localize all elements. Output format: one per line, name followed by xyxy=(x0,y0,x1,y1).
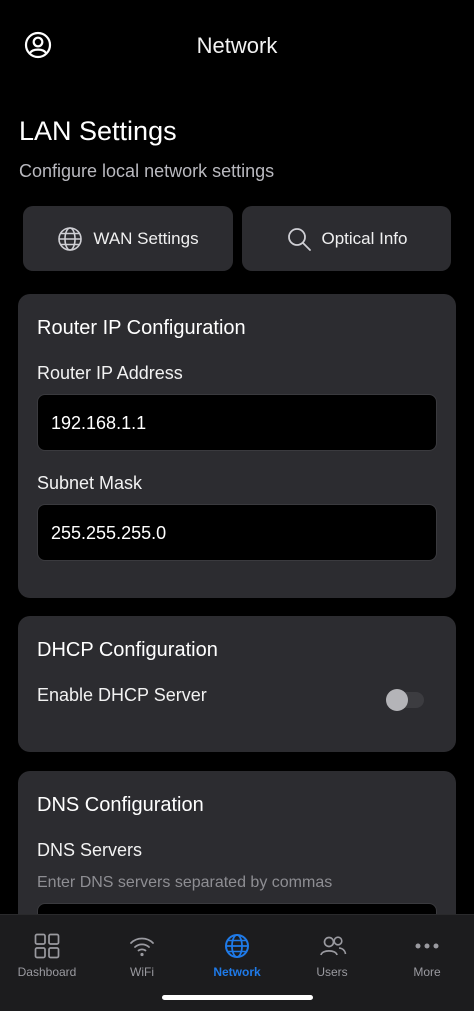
more-icon xyxy=(415,943,439,949)
dns-card-title: DNS Configuration xyxy=(37,794,204,816)
tab-wifi-label: WiFi xyxy=(130,965,154,979)
tab-users-label: Users xyxy=(316,965,348,979)
search-icon xyxy=(287,227,311,251)
tab-dashboard[interactable]: Dashboard xyxy=(0,915,94,985)
wifi-icon xyxy=(130,937,154,957)
tab-network-label: Network xyxy=(213,965,261,979)
grid-icon xyxy=(34,933,60,959)
subnet-mask-value: 255.255.255.0 xyxy=(51,523,167,543)
dhcp-card: DHCP Configuration Enable DHCP Server xyxy=(18,616,456,752)
subnet-mask-input[interactable]: 255.255.255.0 xyxy=(37,504,437,561)
tab-wifi[interactable]: WiFi xyxy=(95,915,189,985)
globe-icon xyxy=(58,226,83,251)
router-ip-card: Router IP Configuration Router IP Addres… xyxy=(18,294,456,598)
top-bar: Network xyxy=(0,0,474,92)
home-indicator xyxy=(162,995,313,1000)
tab-dashboard-label: Dashboard xyxy=(17,965,77,979)
tab-more[interactable]: More xyxy=(380,915,474,985)
dhcp-card-title: DHCP Configuration xyxy=(37,639,218,661)
page-subtitle: Configure local network settings xyxy=(19,161,275,181)
dhcp-toggle[interactable] xyxy=(386,689,424,711)
router-ip-value: 192.168.1.1 xyxy=(51,413,147,433)
wan-settings-button[interactable]: WAN Settings xyxy=(23,206,233,271)
globe-icon xyxy=(225,934,249,958)
tab-network[interactable]: Network xyxy=(190,915,284,985)
subnet-mask-label: Subnet Mask xyxy=(37,473,143,493)
dns-servers-label: DNS Servers xyxy=(37,840,143,860)
toggle-knob xyxy=(386,689,408,711)
page-title: LAN Settings xyxy=(19,116,177,146)
tab-more-label: More xyxy=(413,965,441,979)
tab-users[interactable]: Users xyxy=(285,915,379,985)
optical-info-button[interactable]: Optical Info xyxy=(242,206,451,271)
users-icon xyxy=(320,936,347,956)
router-ip-input[interactable]: 192.168.1.1 xyxy=(37,394,437,451)
router-ip-label: Router IP Address xyxy=(37,363,183,383)
screen-title: Network xyxy=(196,33,278,58)
router-ip-card-title: Router IP Configuration xyxy=(37,317,246,339)
optical-info-label: Optical Info xyxy=(321,228,408,248)
wan-settings-label: WAN Settings xyxy=(93,228,199,248)
enable-dhcp-label: Enable DHCP Server xyxy=(37,685,207,705)
dns-hint: Enter DNS servers separated by commas xyxy=(37,874,333,891)
